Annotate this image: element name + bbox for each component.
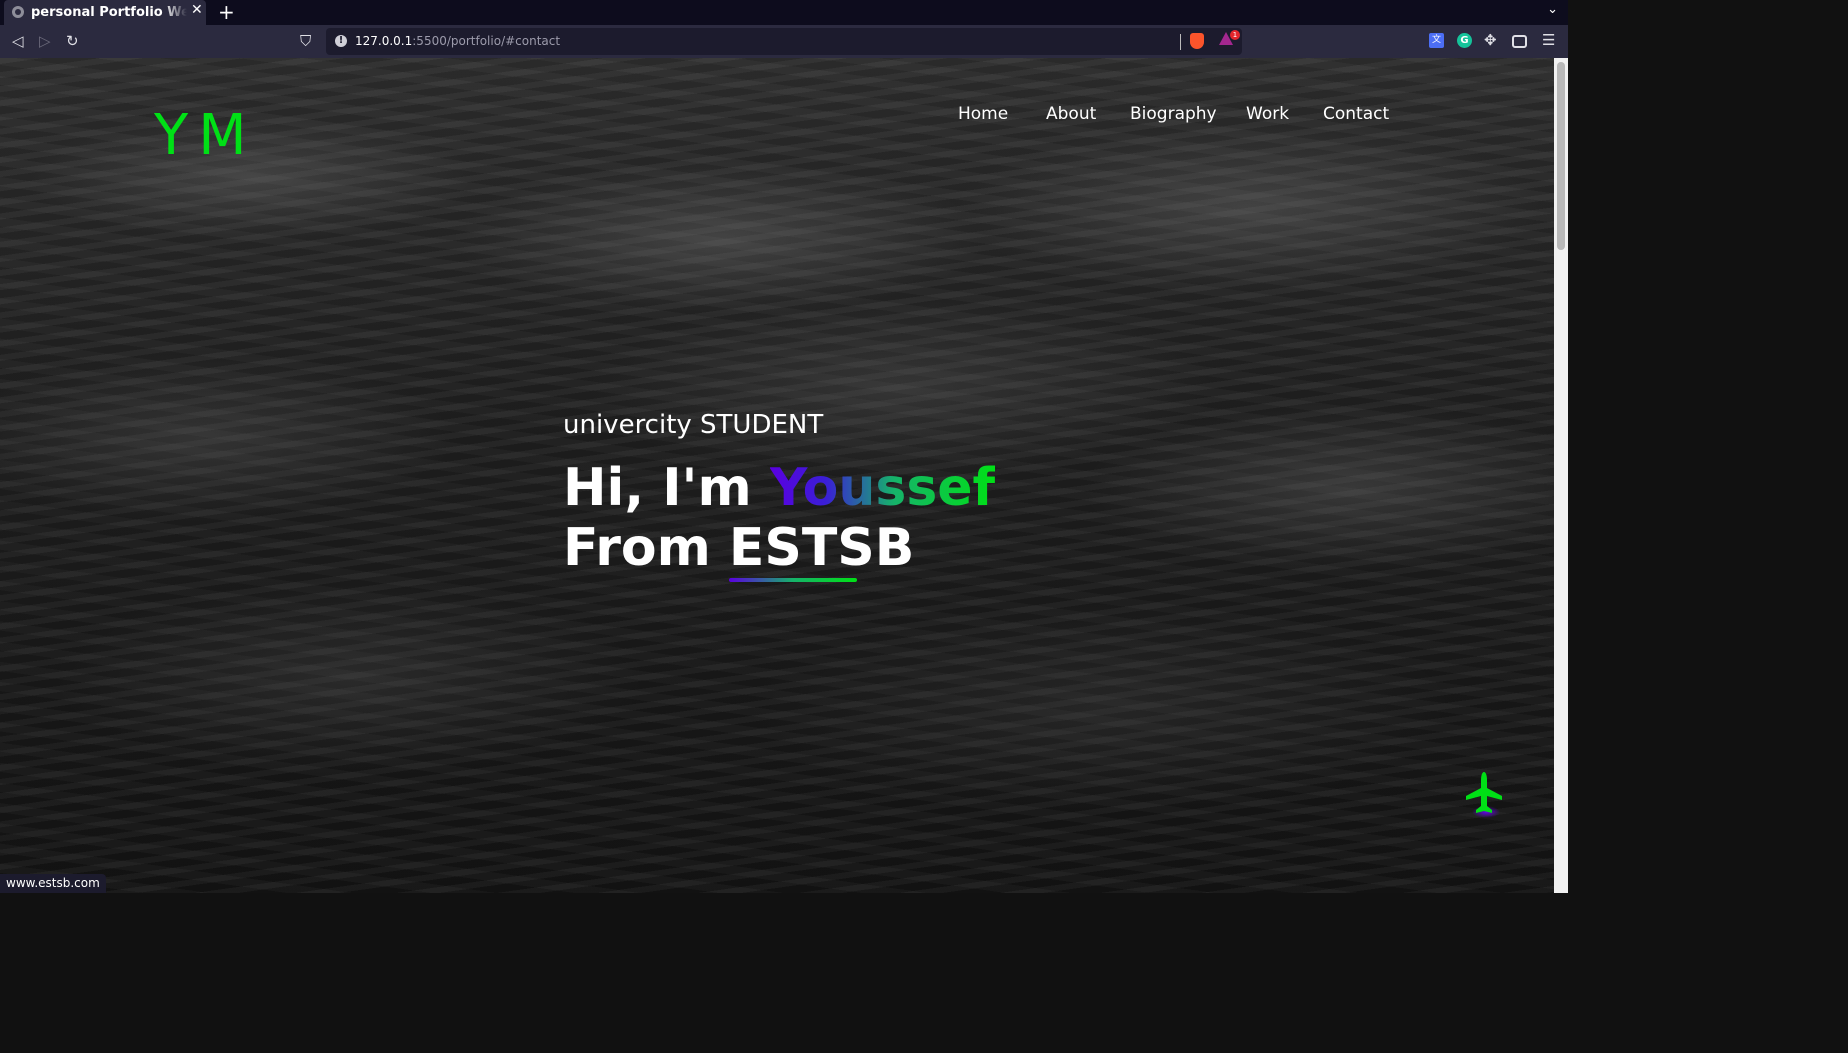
url-host: 127.0.0.1 — [355, 34, 413, 48]
extensions-icon[interactable]: ✥ — [1484, 33, 1499, 48]
url-path: :5500/portfolio/#contact — [412, 34, 561, 48]
nav-item-work[interactable]: Work — [1246, 104, 1289, 124]
school-underline — [728, 578, 857, 582]
brave-shield-icon[interactable] — [1190, 33, 1204, 49]
status-bar-url: www.estsb.com — [0, 874, 106, 893]
back-button[interactable]: ◁ — [12, 32, 24, 50]
bookmark-icon[interactable]: ⛉ — [300, 32, 311, 50]
reload-button[interactable]: ↻ — [66, 32, 79, 50]
wallet-icon[interactable] — [1512, 35, 1527, 48]
site-info-icon[interactable]: ! — [335, 35, 347, 47]
address-bar[interactable]: ! 127.0.0.1:5500/portfolio/#contact 1 — [326, 28, 1242, 55]
forward-button[interactable]: ▷ — [39, 32, 51, 50]
tab-bar: personal Portfolio Website ✕ + ⌄ — [0, 0, 1568, 25]
page-scrollbar[interactable] — [1554, 58, 1568, 893]
hero-headline: Hi, I'm Youssef From ESTSB — [563, 458, 996, 582]
chevron-down-icon[interactable]: ⌄ — [1547, 2, 1558, 17]
airplane-icon[interactable] — [1464, 770, 1504, 820]
scrollbar-thumb[interactable] — [1557, 62, 1565, 250]
site-logo[interactable]: YM — [154, 104, 257, 168]
tab-title: personal Portfolio Website — [31, 5, 187, 20]
nav-item-biography[interactable]: Biography — [1130, 104, 1217, 124]
url-text[interactable]: 127.0.0.1:5500/portfolio/#contact — [355, 34, 560, 48]
hero-subtitle: univercity STUDENT — [563, 410, 824, 440]
school-name: ESTSB — [728, 518, 915, 578]
headline-school[interactable]: ESTSB — [728, 518, 915, 582]
grammarly-icon[interactable]: G — [1457, 33, 1472, 48]
headline-name: Youssef — [769, 458, 996, 518]
translate-icon[interactable]: 文 — [1429, 33, 1444, 48]
headline-from: From — [563, 518, 729, 578]
hero-section: YM Home About Biography Work Contact uni… — [0, 58, 1554, 893]
globe-icon — [12, 6, 24, 18]
divider — [1180, 34, 1181, 50]
rewards-badge: 1 — [1230, 30, 1240, 40]
active-tab[interactable]: personal Portfolio Website ✕ — [4, 0, 206, 25]
browser-toolbar: ◁ ▷ ↻ ⛉ ! 127.0.0.1:5500/portfolio/#cont… — [0, 25, 1568, 58]
new-tab-button[interactable]: + — [218, 0, 235, 24]
close-tab-icon[interactable]: ✕ — [191, 2, 203, 18]
headline-greeting: Hi, I'm — [563, 458, 770, 518]
menu-icon[interactable]: ☰ — [1542, 33, 1557, 48]
nav-item-home[interactable]: Home — [958, 104, 1008, 124]
nav-item-contact[interactable]: Contact — [1323, 104, 1389, 124]
nav-item-about[interactable]: About — [1046, 104, 1096, 124]
